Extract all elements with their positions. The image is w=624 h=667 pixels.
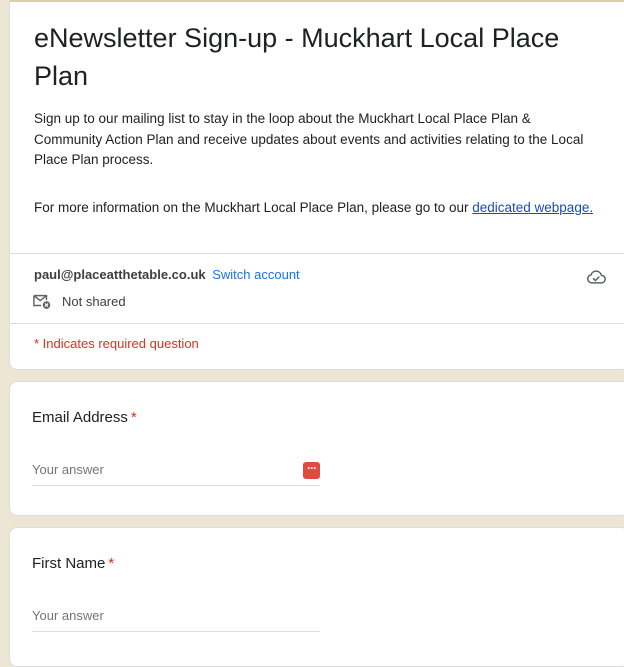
not-shared-label: Not shared bbox=[62, 293, 126, 309]
divider bbox=[10, 323, 624, 324]
account-row: paul@placeatthetable.co.uk Switch accoun… bbox=[34, 266, 300, 284]
answer-field-wrapper: ··· bbox=[32, 455, 320, 486]
answer-field-wrapper bbox=[32, 601, 320, 632]
question-email-card: Email Address* ··· bbox=[9, 381, 624, 516]
password-manager-icon[interactable]: ··· bbox=[303, 462, 320, 479]
question-title: Email Address bbox=[32, 409, 128, 426]
dedicated-webpage-link[interactable]: dedicated webpage. bbox=[472, 200, 593, 215]
required-asterisk: * bbox=[130, 409, 137, 426]
question-title: First Name bbox=[32, 555, 106, 572]
first-name-field[interactable] bbox=[32, 601, 282, 629]
switch-account-link[interactable]: Switch account bbox=[212, 267, 299, 282]
form-description: Sign up to our mailing list to stay in t… bbox=[34, 111, 584, 167]
more-info-text: For more information on the Muckhart Loc… bbox=[34, 200, 473, 215]
required-asterisk: * bbox=[108, 555, 115, 572]
mail-not-shared-icon bbox=[33, 294, 51, 309]
required-note: * Indicates required question bbox=[34, 336, 199, 351]
email-field[interactable] bbox=[32, 455, 282, 483]
question-label: Email Address * bbox=[32, 409, 137, 426]
form-title: eNewsletter Sign-up - Muckhart Local Pla… bbox=[34, 23, 560, 91]
account-email: paul@placeatthetable.co.uk bbox=[34, 267, 206, 282]
question-label: First Name * bbox=[32, 555, 114, 572]
form-more-info: For more information on the Muckhart Loc… bbox=[34, 198, 594, 219]
not-shared-row: Not shared bbox=[32, 292, 126, 310]
divider bbox=[10, 253, 624, 254]
cloud-saved-icon[interactable] bbox=[586, 269, 606, 285]
question-first-name-card: First Name * bbox=[9, 527, 624, 667]
form-header-card: eNewsletter Sign-up - Muckhart Local Pla… bbox=[9, 0, 624, 370]
